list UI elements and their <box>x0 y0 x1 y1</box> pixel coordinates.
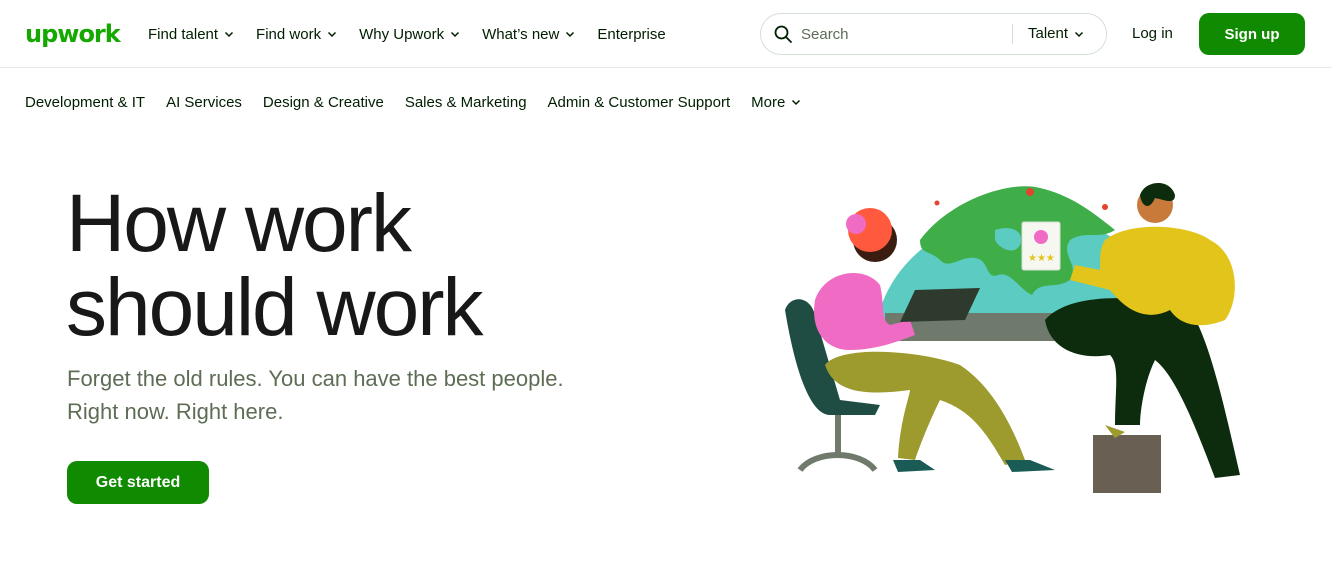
upwork-logo[interactable]: upwork <box>25 20 121 48</box>
nav-why-upwork[interactable]: Why Upwork <box>359 26 460 43</box>
category-sales-marketing[interactable]: Sales & Marketing <box>405 94 527 111</box>
search-input[interactable] <box>801 22 1011 46</box>
chevron-down-icon <box>791 97 801 107</box>
chair-legs <box>797 452 878 473</box>
svg-text:★★★: ★★★ <box>1028 253 1055 264</box>
nav-find-talent[interactable]: Find talent <box>148 26 234 43</box>
category-label: Admin & Customer Support <box>547 93 731 111</box>
category-development-it[interactable]: Development & IT <box>25 94 145 111</box>
category-more[interactable]: More <box>751 94 801 111</box>
category-label: Design & Creative <box>262 93 384 111</box>
search-icon <box>773 24 793 49</box>
map-pin-icon <box>934 200 940 206</box>
category-ai-services[interactable]: AI Services <box>166 94 242 111</box>
search-scope-label: Talent <box>1028 25 1069 42</box>
category-design-creative[interactable]: Design & Creative <box>263 94 384 111</box>
category-admin-support[interactable]: Admin & Customer Support <box>548 94 731 111</box>
chevron-down-icon <box>565 29 575 39</box>
category-label: Development & IT <box>25 93 146 111</box>
get-started-button[interactable]: Get started <box>67 461 209 504</box>
top-header: upwork Find talent Find work Why Upwork … <box>0 0 1332 68</box>
search-scope-dropdown[interactable]: Talent <box>1028 25 1084 42</box>
nav-find-work-label: Find work <box>256 25 322 43</box>
nav-why-upwork-label: Why Upwork <box>359 25 445 43</box>
hero-illustration: ★★★ <box>785 182 1240 493</box>
search-bar: Talent <box>760 13 1107 55</box>
category-label: AI Services <box>166 93 242 111</box>
hero-title: How work should work <box>66 182 626 350</box>
map-pin-icon <box>1102 204 1108 210</box>
search-divider <box>1012 24 1013 44</box>
category-nav: Development & IT AI Services Design & Cr… <box>25 85 822 119</box>
chevron-down-icon <box>327 29 337 39</box>
nav-whats-new-label: What’s new <box>482 25 560 43</box>
hero-subtitle: Forget the old rules. You can have the b… <box>67 362 627 428</box>
signup-button[interactable]: Sign up <box>1199 13 1305 55</box>
main-nav: Find talent Find work Why Upwork What’s … <box>148 0 688 68</box>
person-seated-bun <box>846 214 866 234</box>
nav-enterprise[interactable]: Enterprise <box>597 26 665 43</box>
category-label: More <box>751 93 786 111</box>
nav-whats-new[interactable]: What’s new <box>482 26 575 43</box>
hero-title-line-2: should work <box>66 262 484 353</box>
nav-find-talent-label: Find talent <box>148 25 219 43</box>
category-label: Sales & Marketing <box>404 93 527 111</box>
chevron-down-icon <box>450 29 460 39</box>
hero-subtitle-line-1: Forget the old rules. You can have the b… <box>67 366 564 391</box>
nav-find-work[interactable]: Find work <box>256 26 337 43</box>
login-link[interactable]: Log in <box>1132 25 1173 42</box>
nav-enterprise-label: Enterprise <box>597 25 666 43</box>
map-pin-icon <box>1026 188 1034 196</box>
hero-title-line-1: How work <box>66 178 412 269</box>
chevron-down-icon <box>224 29 234 39</box>
hero-subtitle-line-2: Right now. Right here. <box>67 399 284 424</box>
chevron-down-icon <box>1074 29 1084 39</box>
